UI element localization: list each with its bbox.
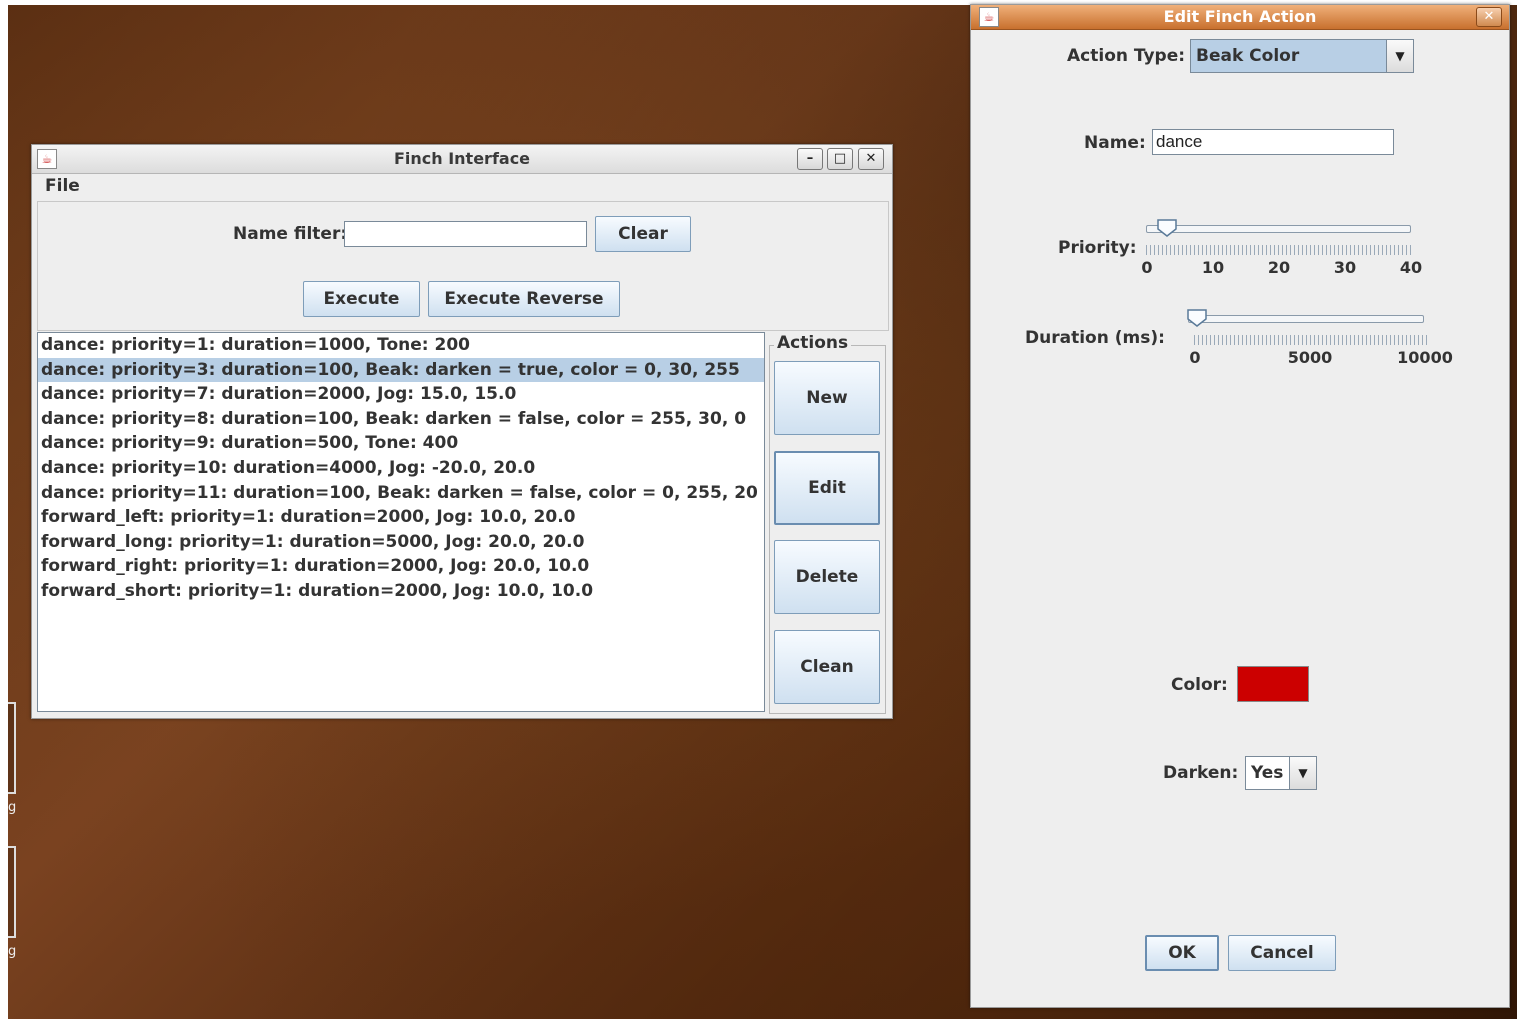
- priority-slider-track[interactable]: [1146, 225, 1411, 233]
- window-title: Edit Finch Action: [1163, 7, 1317, 26]
- list-item[interactable]: dance: priority=10: duration=4000, Jog: …: [38, 456, 764, 481]
- list-item[interactable]: dance: priority=7: duration=2000, Jog: 1…: [38, 382, 764, 407]
- tick-label: 0: [1189, 348, 1201, 367]
- delete-button[interactable]: Delete: [774, 540, 880, 614]
- tick-label: 10: [1201, 258, 1225, 277]
- duration-ticks: [1194, 335, 1427, 345]
- tick-label: 10000: [1397, 348, 1453, 367]
- list-item[interactable]: dance: priority=8: duration=100, Beak: d…: [38, 407, 764, 432]
- chevron-down-icon[interactable]: ▼: [1386, 40, 1413, 72]
- list-item[interactable]: dance: priority=11: duration=100, Beak: …: [38, 481, 764, 506]
- actions-group-title: Actions: [774, 333, 852, 353]
- action-type-label: Action Type:: [1067, 46, 1186, 66]
- chevron-down-icon[interactable]: ▼: [1289, 757, 1316, 789]
- window-title: Finch Interface: [393, 149, 531, 168]
- darken-select[interactable]: Yes ▼: [1245, 756, 1317, 790]
- list-item[interactable]: dance: priority=3: duration=100, Beak: d…: [38, 357, 764, 383]
- priority-slider-thumb[interactable]: [1157, 219, 1177, 237]
- list-item[interactable]: dance: priority=9: duration=500, Tone: 4…: [38, 431, 764, 456]
- darken-value: Yes: [1251, 763, 1284, 783]
- duration-slider-track[interactable]: [1188, 315, 1424, 323]
- ok-button[interactable]: OK: [1145, 935, 1219, 971]
- list-item[interactable]: forward_right: priority=1: duration=2000…: [38, 554, 764, 579]
- list-item[interactable]: forward_short: priority=1: duration=2000…: [38, 579, 764, 604]
- action-type-select[interactable]: Beak Color ▼: [1190, 39, 1414, 73]
- clean-button[interactable]: Clean: [774, 630, 880, 704]
- title-bar[interactable]: ☕ Edit Finch Action ✕: [971, 5, 1509, 30]
- color-swatch[interactable]: [1237, 666, 1309, 702]
- action-list[interactable]: dance: priority=1: duration=1000, Tone: …: [37, 332, 765, 712]
- edit-button[interactable]: Edit: [774, 451, 880, 525]
- color-label: Color:: [1171, 675, 1228, 695]
- desktop-icon-fragment[interactable]: [8, 846, 16, 938]
- priority-label: Priority:: [1058, 238, 1137, 258]
- priority-ticks: [1146, 245, 1414, 255]
- finch-interface-window: ☕ Finch Interface – □ ✕ File Name filter…: [31, 144, 893, 719]
- duration-slider-thumb[interactable]: [1187, 309, 1208, 327]
- maximize-icon[interactable]: □: [827, 148, 853, 170]
- title-bar[interactable]: ☕ Finch Interface – □ ✕: [32, 145, 892, 174]
- execute-reverse-button[interactable]: Execute Reverse: [428, 281, 620, 317]
- name-filter-input[interactable]: [344, 221, 587, 247]
- name-input[interactable]: [1152, 129, 1394, 155]
- clear-button[interactable]: Clear: [595, 216, 691, 252]
- close-icon[interactable]: ✕: [858, 148, 884, 170]
- name-filter-label: Name filter:: [233, 224, 348, 244]
- menu-file[interactable]: File: [45, 176, 80, 196]
- list-item[interactable]: forward_long: priority=1: duration=5000,…: [38, 530, 764, 555]
- desktop-icon-label: g: [8, 944, 17, 959]
- duration-label: Duration (ms):: [1025, 328, 1165, 348]
- list-item[interactable]: dance: priority=1: duration=1000, Tone: …: [38, 333, 764, 358]
- cancel-button[interactable]: Cancel: [1228, 935, 1336, 971]
- desktop-icon-label: g: [8, 800, 17, 815]
- execute-button[interactable]: Execute: [303, 281, 420, 317]
- tick-label: 0: [1141, 258, 1153, 277]
- tick-label: 40: [1399, 258, 1423, 277]
- name-label: Name:: [1084, 133, 1146, 153]
- desktop-icon-fragment[interactable]: [8, 702, 16, 794]
- minimize-icon[interactable]: –: [797, 148, 823, 170]
- tick-label: 30: [1333, 258, 1357, 277]
- edit-finch-action-window: ☕ Edit Finch Action ✕ Action Type: Beak …: [970, 4, 1510, 1008]
- new-button[interactable]: New: [774, 361, 880, 435]
- close-icon[interactable]: ✕: [1476, 7, 1502, 27]
- tick-label: 20: [1267, 258, 1291, 277]
- tick-label: 5000: [1287, 348, 1333, 367]
- list-item[interactable]: forward_left: priority=1: duration=2000,…: [38, 505, 764, 530]
- darken-label: Darken:: [1163, 763, 1239, 783]
- action-type-value: Beak Color: [1196, 46, 1300, 66]
